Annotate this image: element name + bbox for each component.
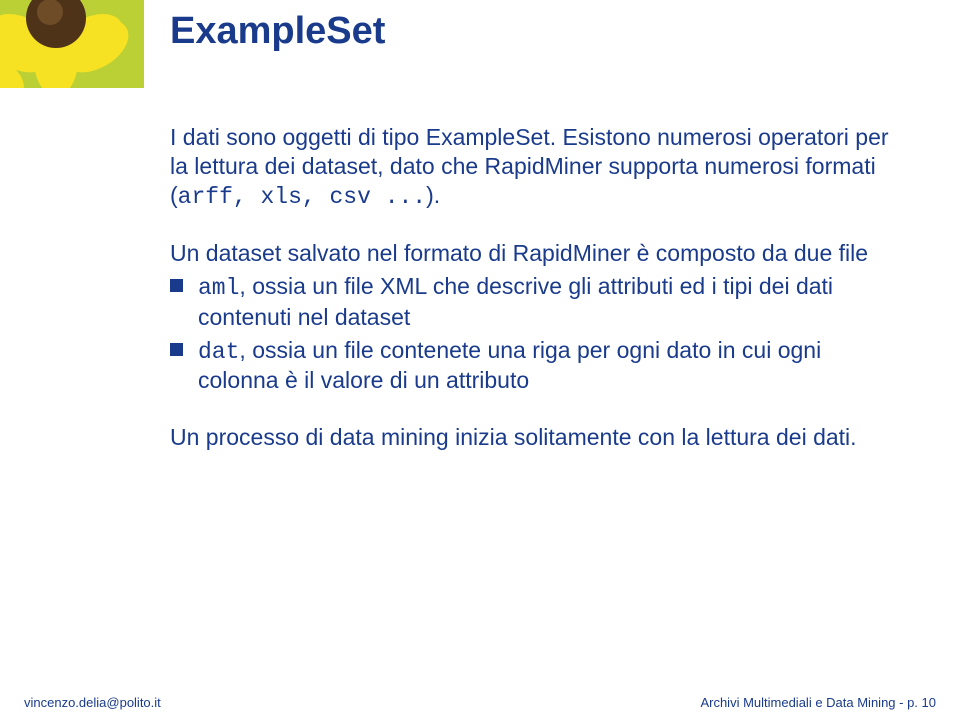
- intro-text-post: ).: [426, 182, 440, 208]
- list-item-mono: dat: [198, 339, 239, 365]
- list-item-mono: aml: [198, 275, 239, 301]
- square-bullet-icon: [170, 343, 183, 356]
- list-intro: Un dataset salvato nel formato di RapidM…: [170, 239, 900, 268]
- footer-page-info: Archivi Multimediali e Data Mining - p. …: [700, 695, 936, 710]
- closing-paragraph: Un processo di data mining inizia solita…: [170, 423, 900, 452]
- list-item-text: , ossia un file contenete una riga per o…: [198, 337, 821, 394]
- intro-mono: arff, xls, csv ...: [178, 184, 426, 210]
- page-title: ExampleSet: [170, 10, 900, 53]
- list-item: aml, ossia un file XML che descrive gli …: [170, 272, 900, 332]
- square-bullet-icon: [170, 279, 183, 292]
- list-item: dat, ossia un file contenete una riga pe…: [170, 336, 900, 396]
- list-item-text: , ossia un file XML che descrive gli att…: [198, 273, 833, 330]
- footer: vincenzo.delia@polito.it Archivi Multime…: [24, 695, 936, 710]
- intro-paragraph: I dati sono oggetti di tipo ExampleSet. …: [170, 123, 900, 211]
- file-list-block: Un dataset salvato nel formato di RapidM…: [170, 239, 900, 395]
- footer-email: vincenzo.delia@polito.it: [24, 695, 161, 710]
